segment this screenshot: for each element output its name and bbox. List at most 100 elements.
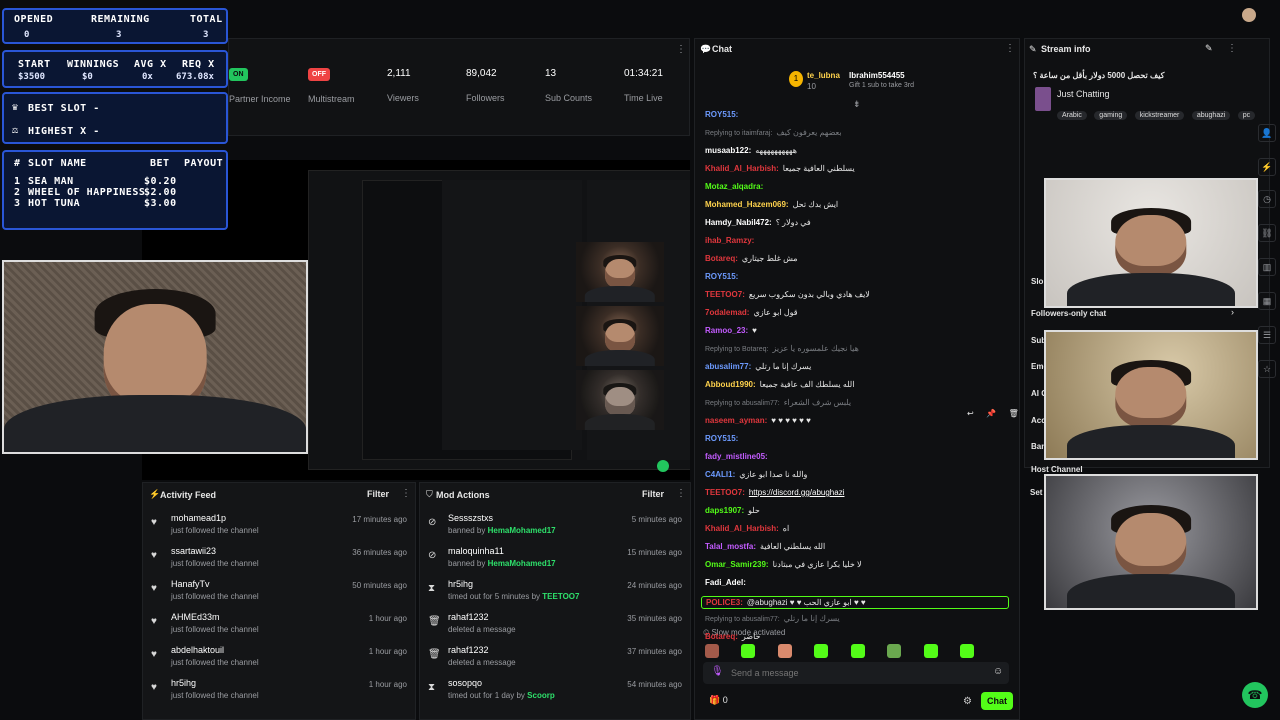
activity-filter-button[interactable]: Filter (367, 489, 389, 499)
chat-text: يسرك إنا ما رتلي (783, 614, 840, 623)
list-item: ♥ abdelhaktouil just followed the channel 1… (151, 645, 407, 667)
stats-menu-icon[interactable]: ⋮ (676, 44, 686, 55)
chat-text: لا خليا بكرا عازي في مبتادنا (772, 560, 862, 569)
chat-username[interactable]: daps1907: (705, 506, 744, 515)
best-slot-box: ♛ BEST SLOT - ⚖ HIGHEST X - (2, 92, 228, 144)
list-item: 🗑 rahaf1232 deleted a message 37 minutes ag… (428, 645, 682, 667)
list-item: ♥ ssartawii23 just followed the channel 36 … (151, 546, 407, 568)
gift-icon[interactable]: 🎁 (709, 695, 723, 705)
chat-username[interactable]: Omar_Samir239: (705, 560, 769, 569)
chat-username[interactable]: Replying to abusalim77: (705, 616, 780, 623)
activity-menu-icon[interactable]: ⋮ (401, 488, 411, 499)
chat-text: ههههههههههه (755, 146, 797, 155)
chat-message: Fadi_Adel: (705, 578, 750, 587)
chat-username[interactable]: Talal_mostfa: (705, 542, 756, 551)
star-icon[interactable]: ☆ (1258, 360, 1276, 378)
tag[interactable]: gaming (1094, 111, 1128, 120)
chat-username[interactable]: Khalid_Al_Harbish: (705, 164, 779, 173)
clock-icon[interactable]: ◷ (1258, 190, 1276, 208)
chat-username[interactable]: Botareq: (705, 254, 738, 263)
chat-username[interactable]: Motaz_alqadra: (705, 182, 763, 191)
emote-icon[interactable] (741, 643, 756, 658)
chat-link[interactable]: https://discord.gg/abughazi (749, 488, 845, 497)
bolt-icon[interactable]: ⚡ (1258, 158, 1276, 176)
chat-username[interactable]: Replying to Botareq: (705, 346, 768, 353)
chat-username[interactable]: C4ALI1: (705, 470, 735, 479)
emote-icon[interactable] (705, 643, 719, 658)
tag[interactable]: pc (1237, 111, 1256, 120)
edit-stream-icon[interactable]: ✎ (1205, 43, 1213, 54)
list-item: ♥ hr5ihg just followed the channel 1 hour a… (151, 678, 407, 700)
chat-username[interactable]: Botareq: (705, 632, 738, 641)
layers-icon[interactable]: ☰ (1258, 326, 1276, 344)
chat-username[interactable]: Ramoo_23: (705, 326, 748, 335)
stream-category[interactable]: Just Chatting (1057, 89, 1110, 99)
emote-icon[interactable] (777, 643, 792, 658)
profile-avatar[interactable] (1242, 8, 1256, 22)
chat-username[interactable]: 7odalemad: (705, 308, 749, 317)
stream-info-menu-icon[interactable]: ⋮ (1227, 43, 1237, 54)
chat-message: Mohamed_Hazem069: ايش بدك تحل (705, 200, 838, 209)
chat-username[interactable]: Replying to itaimfaraj: (705, 130, 772, 137)
chat-username[interactable]: ihab_Ramzy: (705, 236, 754, 245)
chat-username[interactable]: naseem_ayman: (705, 416, 767, 425)
chat-menu-icon[interactable]: ⋮ (1005, 43, 1015, 54)
tag[interactable]: Arabic (1057, 111, 1087, 120)
pinned-arrow-icon[interactable]: ⇟ (853, 99, 861, 110)
chat-username[interactable]: TEETOO7: (705, 290, 745, 299)
chat-username[interactable]: fady_mistline05: (705, 452, 768, 461)
chevron-right-icon[interactable]: › (1231, 307, 1234, 317)
chat-username[interactable]: Khalid_Al_Harbish: (705, 524, 779, 533)
chat-username[interactable]: Abboud1990: (705, 380, 756, 389)
chat-username[interactable]: abusalim77: (705, 362, 751, 371)
emoji-icon[interactable]: ☺ (993, 666, 1003, 677)
pin-icon[interactable]: 📌 (986, 409, 996, 418)
chat-username[interactable]: musaab122: (705, 146, 751, 155)
support-icon[interactable]: ☎ (1242, 682, 1268, 708)
list-item: ⊘ maloquinha11 banned by HemaMohamed17 15 m… (428, 546, 682, 568)
emote-icon[interactable] (887, 643, 902, 658)
subs-stat: 13 Sub Counts (545, 68, 593, 103)
emote-icon[interactable] (814, 643, 829, 658)
chat-message: C4ALI1: والله نا صدا ابو عازي (705, 470, 807, 479)
stream-tags: Arabic gaming kickstreamer abughazi pc (1057, 104, 1257, 122)
chat-username[interactable]: Replying to abusalim77: (705, 400, 780, 407)
chat-input[interactable] (731, 665, 981, 681)
followers-only-setting[interactable]: Followers-only chat (1031, 309, 1106, 318)
mod-actions-title: Mod Actions (436, 490, 490, 500)
chat-username[interactable]: TEETOO7: (705, 488, 745, 497)
chat-username[interactable]: ROY515: (705, 434, 738, 443)
chat-username[interactable]: Hamdy_Nabil472: (705, 218, 772, 227)
emote-icon[interactable] (960, 643, 975, 658)
followers-stat: 89,042 Followers (466, 68, 505, 103)
chat-username[interactable]: ROY515: (705, 110, 738, 119)
chat-text: يلبس شرف الشعراء (783, 398, 852, 407)
chat-username[interactable]: Fadi_Adel: (705, 578, 746, 587)
delete-icon[interactable]: 🗑 (1009, 409, 1019, 418)
tag[interactable]: abughazi (1191, 111, 1231, 120)
chat-username[interactable]: Mohamed_Hazem069: (705, 200, 789, 209)
chat-settings-icon[interactable]: ⚙ (963, 696, 972, 707)
list-item: ♥ HanafyTv just followed the channel 50 min… (151, 579, 407, 601)
user-icon[interactable]: 👤 (1258, 124, 1276, 142)
emote-icon[interactable] (850, 643, 865, 658)
tag[interactable]: kickstreamer (1134, 111, 1185, 120)
partner-income-toggle[interactable]: ON (229, 68, 248, 81)
send-chat-button[interactable]: Chat (981, 692, 1013, 710)
link-icon[interactable]: ⛓ (1258, 224, 1276, 242)
host-channel-setting[interactable]: Host Channel (1031, 465, 1083, 474)
chat-username[interactable]: POLICE3: (706, 598, 743, 607)
mod-filter-button[interactable]: Filter (642, 489, 664, 499)
chat-text: مش غلط جيتاري (741, 254, 798, 263)
hourglass-icon: ⧗ (428, 682, 436, 693)
grid-icon[interactable]: ▦ (1258, 292, 1276, 310)
guest-webcam-2 (1044, 330, 1258, 460)
microphone-icon[interactable]: 🎙 (711, 666, 724, 677)
chart-icon[interactable]: ▥ (1258, 258, 1276, 276)
chat-message: ihab_Ramzy: (705, 236, 758, 245)
chat-username[interactable]: ROY515: (705, 272, 738, 281)
emote-icon[interactable] (923, 643, 938, 658)
reply-icon[interactable]: ↩ (967, 409, 974, 418)
mod-menu-icon[interactable]: ⋮ (676, 488, 686, 499)
multistream-toggle[interactable]: OFF (308, 68, 330, 81)
